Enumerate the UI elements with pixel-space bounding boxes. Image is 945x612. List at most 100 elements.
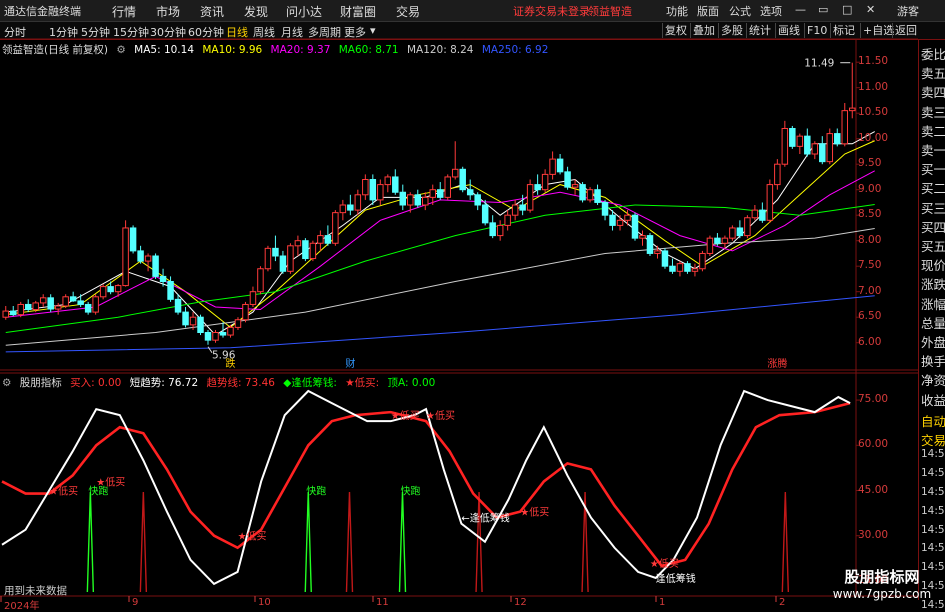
candle-down (24, 303, 32, 311)
candle-down (197, 316, 204, 334)
quote-panel-item[interactable]: 卖二 (921, 121, 945, 140)
candle-down (609, 214, 616, 226)
high-price-label: 11.49 (804, 58, 834, 70)
kuaipao-label: 快跑 (306, 485, 326, 498)
candle-up (317, 235, 324, 244)
candle-up (616, 219, 624, 226)
candle-up (92, 296, 99, 313)
candle-up (114, 285, 122, 293)
quote-panel-item[interactable]: 交易 (921, 430, 945, 449)
quote-panel-item[interactable]: 14:56 (921, 467, 945, 479)
dimai-label: ★低买 (426, 409, 455, 422)
event-marker: 跌 (225, 357, 235, 370)
quote-panel-item[interactable]: 卖一 (921, 140, 945, 159)
candle-up (624, 214, 631, 221)
indicator-tick-label: 75.00 (858, 393, 889, 406)
chart-canvas[interactable]: 11.495.96跌财涨腾快跑 快跑 快跑★低买★低买★低买★低买 ★低买★低买★低买… (0, 0, 945, 609)
candle-up (429, 189, 436, 198)
candle-up (2, 310, 9, 318)
candle-down (279, 255, 287, 272)
quote-panel-item[interactable]: 涨幅 (921, 294, 945, 313)
quote-panel-item[interactable]: 买三 (921, 198, 945, 217)
watermark: 股朋指标网 www.7gpzb.com (822, 568, 942, 606)
candle-down (347, 204, 354, 211)
event-marker: 财 (345, 357, 355, 370)
candle-up (496, 224, 504, 237)
dimai-label: ★低买 (520, 506, 549, 519)
candle-up (212, 332, 219, 341)
quote-panel-item[interactable]: 14:56 (921, 486, 945, 498)
quote-panel-item[interactable]: 净资 (921, 370, 945, 389)
trend-line (1, 401, 851, 568)
quote-panel-item[interactable]: 收益 (921, 390, 945, 409)
candle-down (302, 240, 309, 260)
candle-down (159, 275, 167, 282)
candle-up (699, 252, 706, 270)
candle-down (369, 179, 377, 201)
quote-panel-item[interactable]: 14:56 (921, 448, 945, 460)
candle-down (84, 303, 92, 313)
quote-panel-item[interactable]: 买二 (921, 178, 945, 197)
dimai-label: ★低买 (650, 557, 679, 570)
candle-up (511, 204, 519, 216)
fengdi-label: 逢低筹钱 (656, 572, 696, 585)
price-tick-label: 10.00 (858, 131, 889, 144)
candle-up (294, 240, 302, 247)
watermark-title: 股朋指标网 (844, 568, 920, 586)
dimai-label: ★低买 (96, 475, 125, 488)
candle-up (729, 227, 736, 239)
candle-up (257, 268, 264, 293)
candle-up (227, 326, 234, 336)
quote-panel-item[interactable]: 现价 (921, 255, 945, 274)
quote-panel-item[interactable]: 自动 (921, 411, 945, 430)
candle-up (339, 204, 347, 214)
candle-up (826, 133, 834, 163)
candle-up (422, 196, 429, 206)
quote-panel-item[interactable]: 买四 (921, 217, 945, 236)
quote-panel-item[interactable]: 换手 (921, 351, 945, 370)
price-tick-label: 11.00 (858, 80, 889, 93)
signal-spike-red (345, 491, 354, 593)
quote-panel-item[interactable]: 委比 (921, 44, 945, 63)
candle-up (444, 176, 451, 198)
fengdi-label: ←逢低筹钱 (461, 512, 509, 525)
candle-down (481, 204, 489, 224)
candle-up (54, 305, 62, 310)
candle-down (579, 184, 586, 201)
quote-panel-item[interactable]: 总量 (921, 313, 945, 332)
candle-down (669, 265, 676, 272)
candle-up (706, 237, 714, 254)
candle-up (362, 179, 369, 196)
date-tick-label: 12 (514, 597, 527, 608)
candle-up (384, 176, 392, 186)
quote-panel-item[interactable]: 卖四 (921, 82, 945, 101)
candle-down (174, 298, 182, 313)
candle-up (32, 302, 39, 311)
quote-panel-item[interactable]: 买五 (921, 236, 945, 255)
candle-down (519, 204, 526, 211)
candle-up (62, 296, 69, 307)
future-data-note: 用到未来数据 (4, 585, 67, 597)
date-tick-label: 2024年 (4, 601, 40, 612)
quote-panel-item[interactable]: 卖五 (921, 63, 945, 82)
candle-down (466, 189, 474, 196)
quote-panel-item[interactable]: 外盘 (921, 332, 945, 351)
quote-panel-item[interactable]: 卖三 (921, 102, 945, 121)
price-tick-label: 8.50 (858, 208, 882, 221)
quote-panel-item[interactable]: 14:56 (921, 524, 945, 536)
quote-panel-item[interactable]: 14:56 (921, 505, 945, 517)
quote-panel-item[interactable]: 14:56 (921, 542, 945, 554)
quote-panel-item[interactable]: 涨跌 (921, 274, 945, 293)
price-tick-label: 7.50 (858, 259, 882, 272)
candle-down (474, 194, 481, 206)
signal-spike-green (398, 491, 407, 593)
signal-spike-green (86, 491, 95, 593)
quote-panel-item[interactable]: 买一 (921, 159, 945, 178)
date-tick-label: 2 (779, 597, 786, 608)
ma-line-ma250 (5, 295, 875, 353)
candle-up (332, 212, 339, 244)
candle-down (399, 191, 407, 206)
candle-up (849, 107, 856, 112)
indicator-tick-label: 30.00 (858, 528, 889, 541)
date-axis: 2024年 9 10 11 12 1 2 (0, 597, 918, 612)
